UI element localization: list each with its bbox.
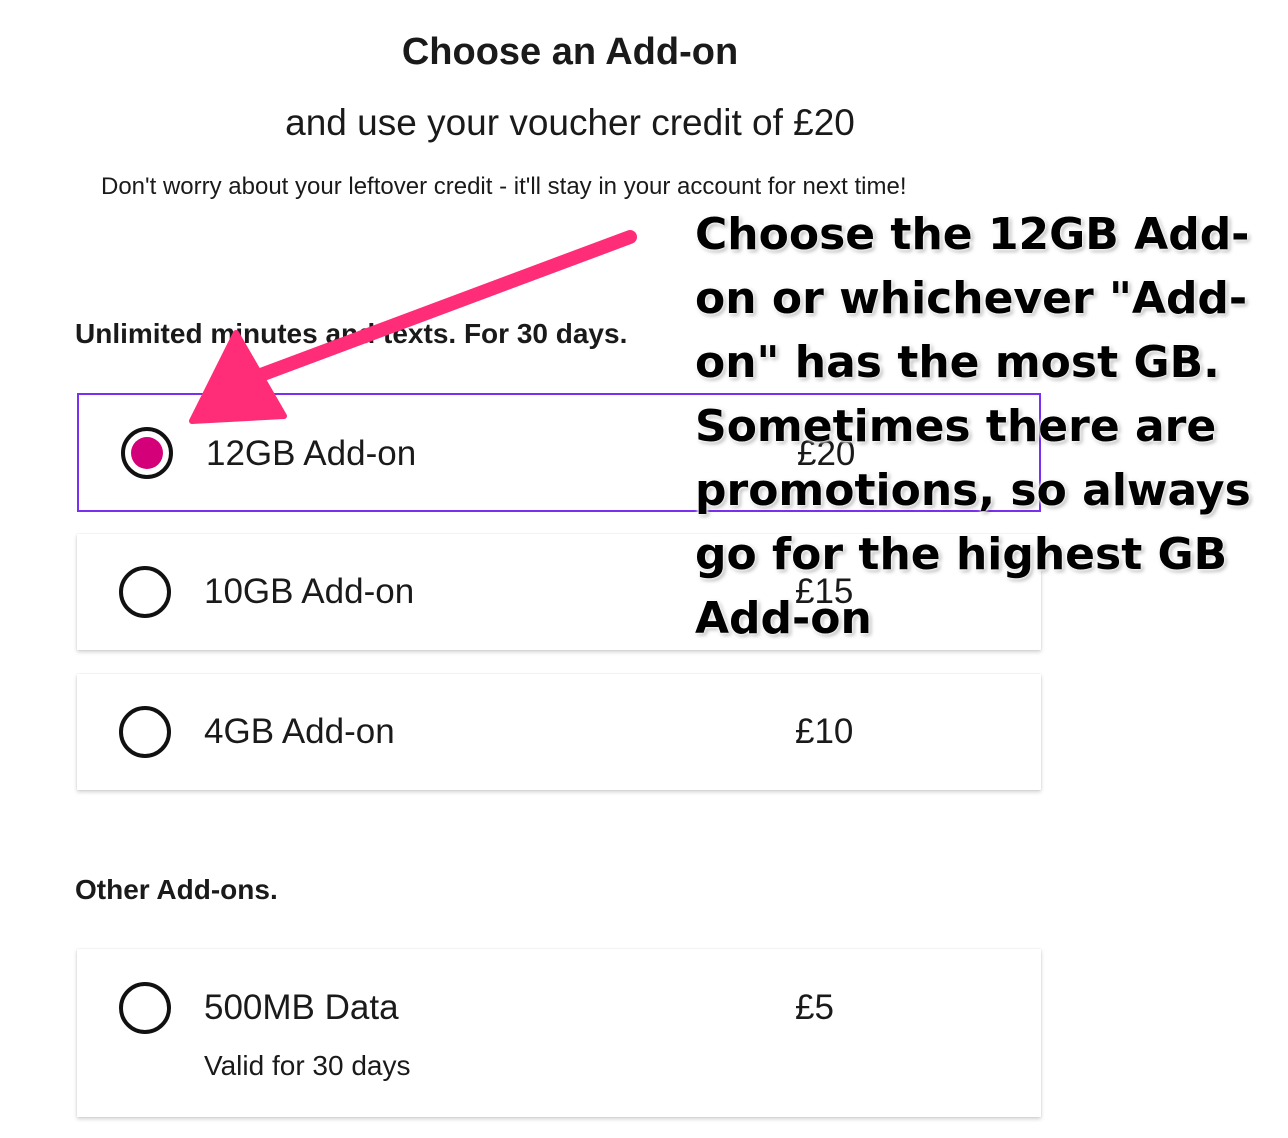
option-validity: Valid for 30 days	[204, 1050, 411, 1081]
section-heading-other: Other Add-ons.	[75, 874, 278, 905]
page-title: Choose an Add-on	[401, 31, 739, 73]
addon-option-4gb[interactable]: 4GB Add-on £10	[77, 674, 1041, 790]
radio-selected-dot	[131, 437, 163, 469]
option-label: 500MB Data	[204, 988, 399, 1027]
addon-option-500mb[interactable]: 500MB Data £5 Valid for 30 days	[77, 949, 1041, 1117]
section-heading-unlimited: Unlimited minutes and texts. For 30 days…	[75, 318, 628, 349]
radio-button[interactable]	[119, 982, 171, 1034]
option-label: 10GB Add-on	[204, 572, 415, 611]
radio-button-selected[interactable]	[121, 427, 173, 479]
radio-button[interactable]	[119, 566, 171, 618]
voucher-credit-subtitle: and use your voucher credit of £20	[285, 102, 855, 143]
option-label: 4GB Add-on	[204, 712, 395, 751]
instruction-annotation: Choose the 12GB Add-on or whichever "Add…	[695, 209, 1251, 644]
option-price: £5	[795, 988, 834, 1027]
option-price: £10	[795, 712, 854, 751]
leftover-credit-note: Don't worry about your leftover credit -…	[101, 173, 907, 200]
radio-button[interactable]	[119, 706, 171, 758]
option-label: 12GB Add-on	[206, 434, 417, 473]
